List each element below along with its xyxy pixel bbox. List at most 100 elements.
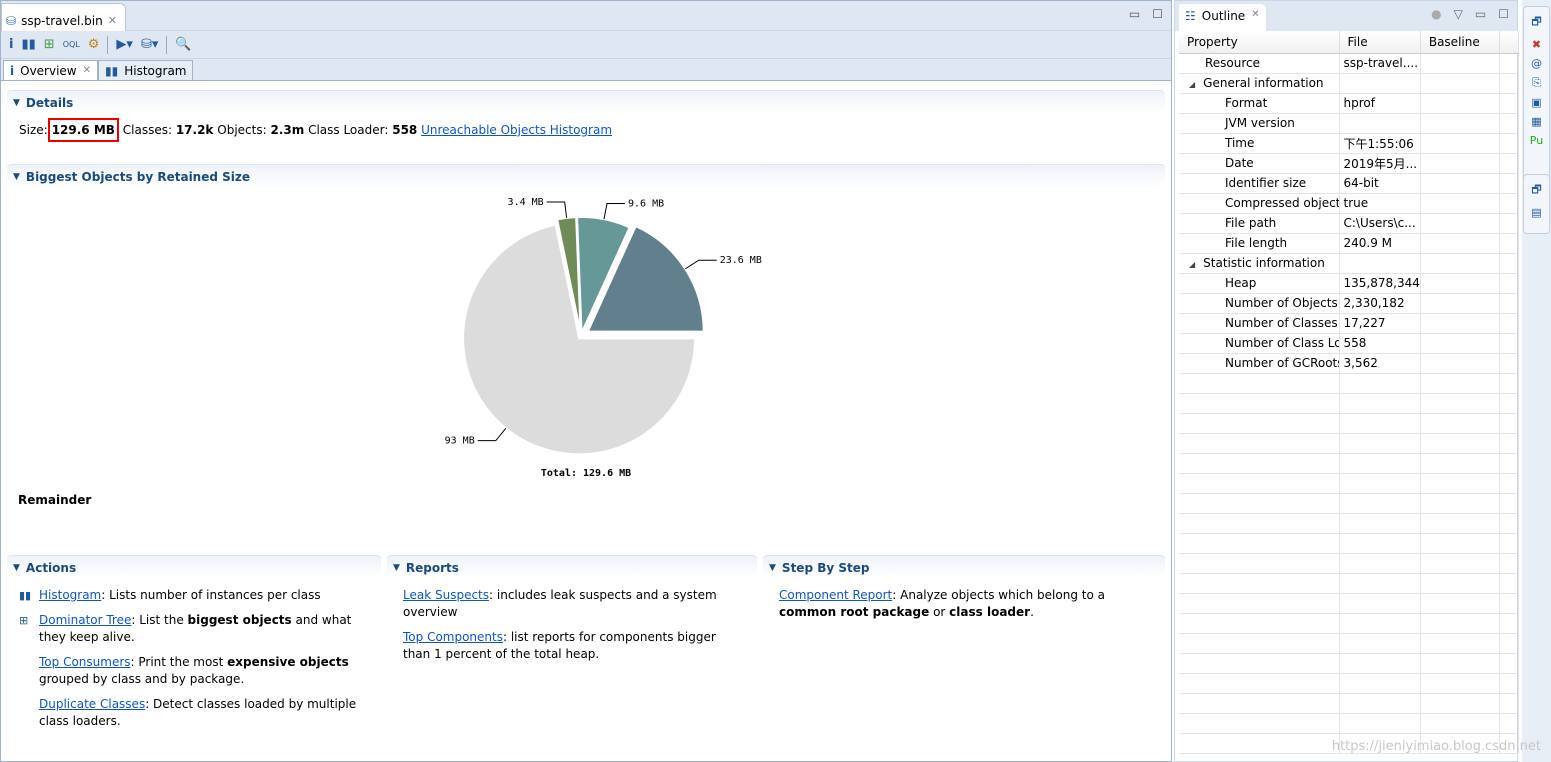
properties-table: Property File Baseline Resource ssp-trave…	[1179, 31, 1520, 754]
action-link[interactable]: Duplicate Classes	[39, 697, 145, 711]
editor-tab[interactable]: ⛁ ssp-travel.bin ✕	[1, 3, 126, 31]
table-row[interactable]: Number of Class Lo 558	[1179, 333, 1520, 354]
filler-cell	[1499, 153, 1520, 174]
action-link[interactable]: Top Consumers	[39, 655, 131, 669]
empty-cell	[1179, 413, 1340, 434]
file-cell: C:\Users\c...	[1339, 213, 1421, 234]
console-icon[interactable]: ▣	[1531, 96, 1541, 109]
empty-cell	[1420, 533, 1500, 554]
list-item: Component Report: Analyze objects which …	[775, 587, 1135, 621]
at-icon[interactable]: @	[1531, 57, 1542, 70]
unreachable-objects-link[interactable]: Unreachable Objects Histogram	[421, 123, 612, 137]
objects-label: Objects:	[217, 123, 267, 137]
action-link[interactable]: Top Components	[403, 630, 503, 644]
biggest-objects-section-header[interactable]: ▼ Biggest Objects by Retained Size	[7, 164, 1165, 188]
slice-label: 23.6 MB	[720, 255, 762, 266]
empty-cell	[1499, 493, 1520, 514]
actions-section-header[interactable]: ▼ Actions	[7, 555, 381, 579]
table-row[interactable]: Heap 135,878,344	[1179, 273, 1520, 294]
property-name: Statistic information	[1203, 256, 1325, 270]
action-link[interactable]: Dominator Tree	[39, 613, 131, 627]
restore-icon[interactable]: 🗗	[1531, 13, 1541, 32]
emphasis-text: class loader	[949, 605, 1031, 619]
details-line: Size: 129.6 MB Classes: 17.2k Objects: 2.…	[19, 118, 612, 142]
close-icon[interactable]: ✕	[108, 14, 117, 27]
table-row[interactable]: Resource ssp-travel....	[1179, 53, 1520, 74]
search-icon[interactable]: 🔍	[175, 37, 191, 52]
histogram-icon[interactable]: ▮▮	[21, 37, 35, 52]
gear-icon[interactable]: ⚙	[88, 37, 100, 52]
oql-icon[interactable]: OQL	[63, 40, 80, 49]
step-by-step-section-header[interactable]: ▼ Step By Step	[763, 555, 1165, 579]
table-row[interactable]: Identifier size 64-bit	[1179, 173, 1520, 194]
table-row[interactable]: File path C:\Users\c...	[1179, 213, 1520, 234]
table-row[interactable]: ◢ Statistic information	[1179, 253, 1520, 274]
outline-title: Outline	[1201, 9, 1246, 23]
close-icon[interactable]: ✕	[1251, 9, 1259, 26]
empty-cell	[1339, 633, 1421, 654]
expand-icon[interactable]: ◢	[1189, 80, 1195, 89]
column-header-file[interactable]: File	[1339, 31, 1421, 54]
minimize-button[interactable]: ▭	[1129, 7, 1140, 21]
size-label: Size:	[19, 123, 48, 137]
action-link[interactable]: Component Report	[779, 588, 892, 602]
empty-cell	[1179, 533, 1340, 554]
property-cell: File length	[1179, 233, 1340, 254]
table-row[interactable]: Number of Classes 17,227	[1179, 313, 1520, 334]
property-name: Format	[1225, 96, 1268, 110]
description-text: : List the	[131, 613, 188, 627]
expand-icon[interactable]: ◢	[1189, 260, 1195, 269]
table-row[interactable]: Number of GCRoots 3,562	[1179, 353, 1520, 374]
list-item: Duplicate Classes: Detect classes loaded…	[19, 696, 359, 730]
maximize-button[interactable]: ☐	[1498, 7, 1509, 21]
close-icon[interactable]: ✕	[83, 65, 91, 76]
table-row[interactable]: Format hprof	[1179, 93, 1520, 114]
list-item: Top Consumers: Print the most expensive …	[19, 654, 359, 688]
item-text: Leak Suspects: includes leak suspects an…	[403, 587, 739, 621]
restore-icon[interactable]: 🗗	[1531, 181, 1541, 200]
empty-cell	[1420, 633, 1500, 654]
table-row[interactable]: File length 240.9 M	[1179, 233, 1520, 254]
table-row[interactable]: JVM version	[1179, 113, 1520, 134]
tab-overview[interactable]: i Overview ✕	[3, 60, 99, 80]
maximize-button[interactable]: ☐	[1152, 7, 1163, 21]
file-cell: ssp-travel....	[1339, 53, 1421, 74]
view-menu-icon[interactable]: ▽	[1454, 7, 1463, 21]
dominator-tree-icon: ⊞	[19, 614, 29, 627]
dominator-tree-icon[interactable]: ⊞	[44, 37, 55, 52]
table-row[interactable]: Compressed object true	[1179, 193, 1520, 214]
slice-leader-line	[546, 201, 568, 218]
run-report-icon[interactable]: ▶▾	[116, 37, 133, 52]
table-row[interactable]: Date 2019年5月...	[1179, 153, 1520, 174]
snippet-icon[interactable]: ⎘	[1532, 76, 1541, 90]
property-name: Number of Class Lo	[1225, 336, 1339, 350]
table-row[interactable]: Number of Objects 2,330,182	[1179, 293, 1520, 314]
empty-cell	[1499, 613, 1520, 634]
filler-cell	[1499, 93, 1520, 114]
empty-cell	[1420, 453, 1500, 474]
emphasis-text: common root package	[779, 605, 930, 619]
action-link[interactable]: Histogram	[39, 588, 101, 602]
error-log-icon[interactable]: ✖	[1532, 38, 1541, 51]
reports-section-header[interactable]: ▼ Reports	[387, 555, 757, 579]
file-cell	[1339, 113, 1421, 134]
minimize-button[interactable]: ▭	[1475, 7, 1486, 21]
column-header-baseline[interactable]: Baseline	[1420, 31, 1500, 54]
action-link[interactable]: Leak Suspects	[403, 588, 489, 602]
file-cell: 3,562	[1339, 353, 1421, 374]
compare-icon[interactable]: ●	[1431, 7, 1441, 21]
info-icon[interactable]: i	[9, 37, 13, 52]
table-icon[interactable]: ▦	[1531, 115, 1541, 128]
minimized-stack-2: 🗗 ▤	[1523, 174, 1550, 234]
property-name: Compressed object	[1225, 196, 1339, 210]
junit-icon[interactable]: Pu	[1530, 134, 1543, 147]
notes-icon[interactable]: ▤	[1531, 206, 1541, 219]
table-row[interactable]: Time 下午1:55:06	[1179, 133, 1520, 154]
column-header-property[interactable]: Property	[1179, 31, 1340, 54]
tab-histogram[interactable]: ▮▮ Histogram	[98, 60, 194, 80]
heap-settings-icon[interactable]: ⛁▾	[141, 37, 158, 52]
outline-tab[interactable]: ☷ Outline ✕	[1179, 4, 1266, 31]
details-section-header[interactable]: ▼ Details	[7, 90, 1165, 114]
empty-cell	[1179, 733, 1340, 754]
table-row[interactable]: ◢ General information	[1179, 73, 1520, 94]
